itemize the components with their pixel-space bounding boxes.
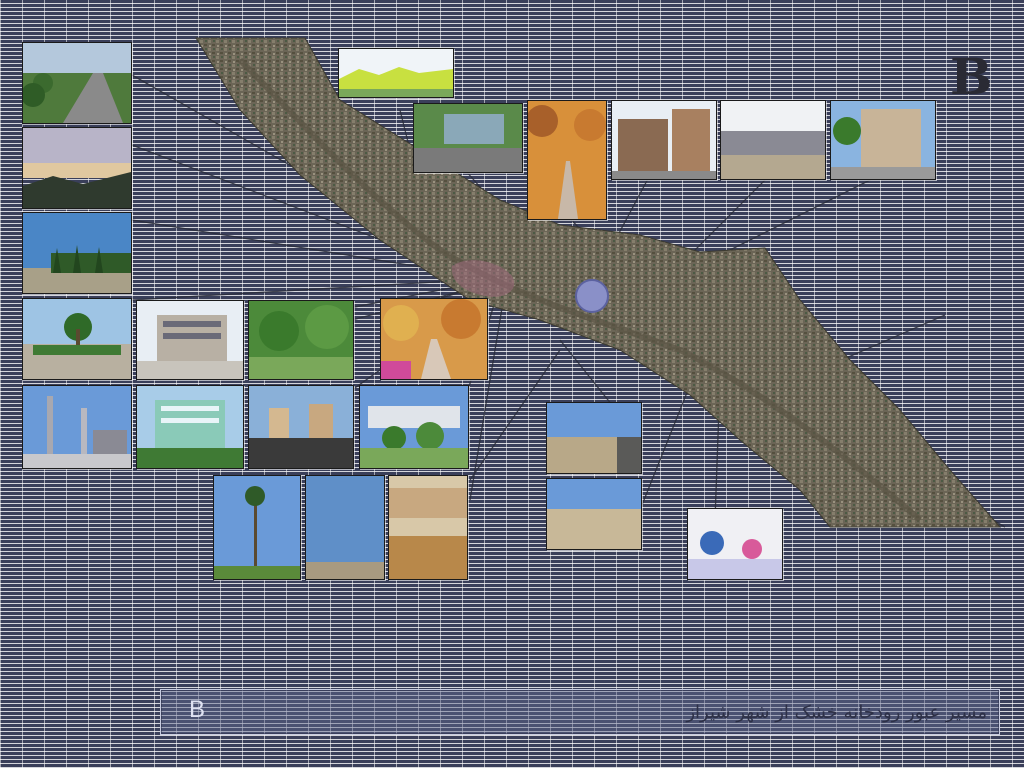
photo-image — [688, 509, 782, 579]
photo-hotel-building — [830, 100, 936, 180]
photo-image — [23, 386, 131, 468]
photo-image — [249, 301, 353, 379]
photo-image — [23, 43, 131, 123]
photo-canal-walkway — [413, 103, 523, 173]
photo-image — [528, 101, 606, 219]
photo-brick-buildings — [611, 100, 717, 180]
photo-embankment-wall — [720, 100, 826, 180]
photo-boulevard — [248, 385, 354, 469]
photo-sunset-skyline — [22, 127, 132, 209]
photo-image — [137, 386, 243, 468]
photo-modern-building — [136, 300, 244, 380]
photo-image — [214, 476, 300, 579]
photo-image — [23, 128, 131, 208]
photo-glass-tower — [136, 385, 244, 469]
photo-minaret-square — [22, 385, 132, 469]
photo-image — [612, 101, 716, 179]
photo-image — [547, 479, 641, 549]
photo-image — [389, 476, 467, 579]
photo-riverbed-mud — [388, 475, 468, 580]
photo-image — [360, 386, 468, 468]
photo-image — [23, 299, 131, 379]
photo-dry-channel — [546, 402, 642, 474]
photo-dry-channel-wide — [546, 478, 642, 550]
photo-plane-tree-alley — [527, 100, 607, 220]
photo-image — [23, 213, 131, 293]
caption-letter: B — [189, 696, 206, 723]
corner-letter-label: B — [950, 47, 993, 106]
photo-autumn-avenue — [380, 298, 488, 380]
photo-image — [249, 386, 353, 468]
photo-image — [721, 101, 825, 179]
caption-bar: B مسیر عبور رودخانه خشک از شهر شیراز — [160, 689, 1000, 735]
caption-text: مسیر عبور رودخانه خشک از شهر شیراز — [686, 702, 987, 723]
photo-garden-building — [359, 385, 469, 469]
photo-image — [414, 104, 522, 172]
photo-image — [339, 49, 453, 97]
photo-riverside-park — [338, 48, 454, 98]
photo-image — [547, 403, 641, 473]
photo-tall-palms — [213, 475, 301, 580]
photo-image — [831, 101, 935, 179]
photo-palm-garden — [22, 298, 132, 380]
photo-tree-lined-highway — [22, 42, 132, 124]
photo-green-park — [248, 300, 354, 380]
photo-image — [306, 476, 384, 579]
photo-blue-domed-shrine — [687, 508, 783, 580]
photo-image — [381, 299, 487, 379]
photo-image — [137, 301, 243, 379]
photo-clear-sky — [305, 475, 385, 580]
photo-cypress-row — [22, 212, 132, 294]
